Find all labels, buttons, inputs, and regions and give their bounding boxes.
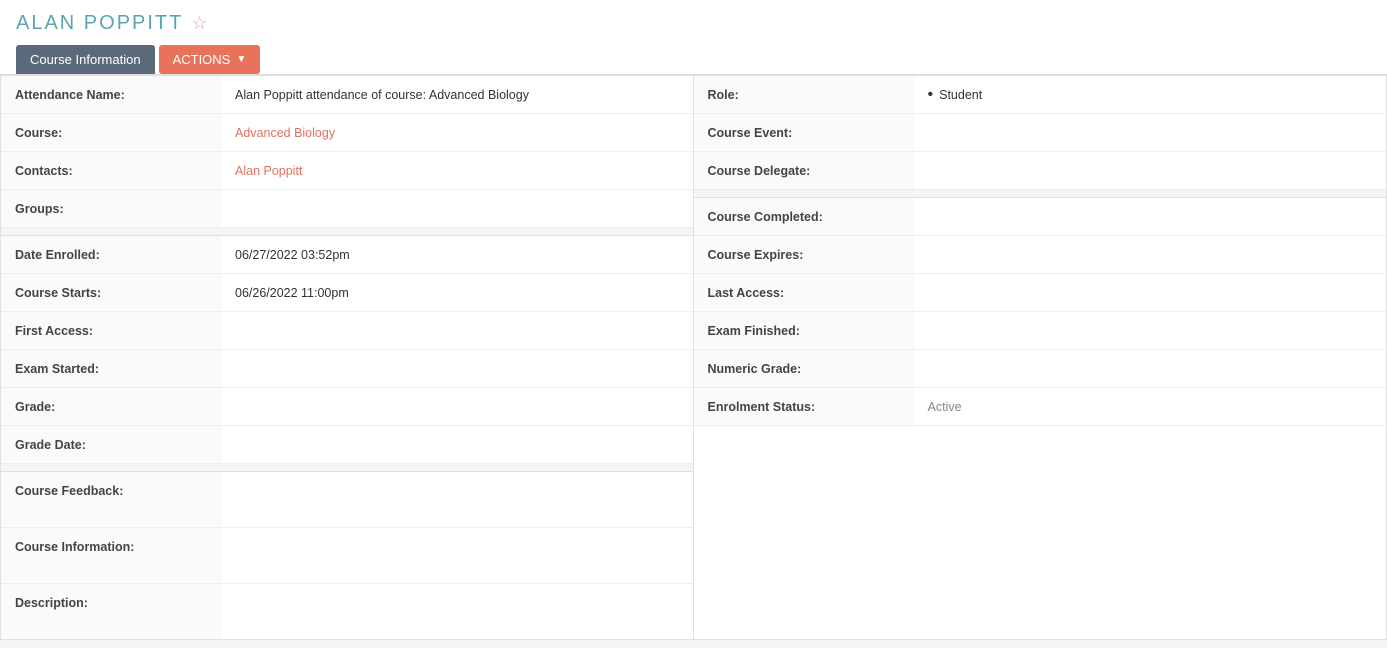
course-delegate-value xyxy=(914,152,1387,189)
course-feedback-label: Course Feedback: xyxy=(1,472,221,527)
course-expires-label: Course Expires: xyxy=(694,236,914,273)
course-completed-label: Course Completed: xyxy=(694,198,914,235)
page-title: ALAN POPPITT xyxy=(16,12,183,35)
course-information-row: Course Information: xyxy=(1,528,693,584)
contacts-row: Contacts: Alan Poppitt xyxy=(1,152,693,190)
right-panel: Role: • Student Course Event: Course Del… xyxy=(694,76,1387,639)
favorite-star-icon[interactable]: ☆ xyxy=(191,13,207,34)
role-bullet: • xyxy=(928,87,934,103)
description-label: Description: xyxy=(1,584,221,639)
course-delegate-label: Course Delegate: xyxy=(694,152,914,189)
actions-arrow-icon: ▼ xyxy=(236,54,246,65)
attendance-name-label: Attendance Name: xyxy=(1,76,221,113)
course-row: Course: Advanced Biology xyxy=(1,114,693,152)
exam-finished-row: Exam Finished: xyxy=(694,312,1387,350)
last-access-label: Last Access: xyxy=(694,274,914,311)
course-event-value xyxy=(914,114,1387,151)
course-information-value xyxy=(221,528,693,583)
actions-label: ACTIONS xyxy=(173,52,231,67)
header-title-area: ALAN POPPITT ☆ xyxy=(16,12,1371,35)
page-header: ALAN POPPITT ☆ Course Information ACTION… xyxy=(0,0,1387,75)
numeric-grade-row: Numeric Grade: xyxy=(694,350,1387,388)
exam-started-label: Exam Started: xyxy=(1,350,221,387)
exam-started-row: Exam Started: xyxy=(1,350,693,388)
attendance-name-row: Attendance Name: Alan Poppitt attendance… xyxy=(1,76,693,114)
grade-label: Grade: xyxy=(1,388,221,425)
exam-finished-value xyxy=(914,312,1387,349)
course-label: Course: xyxy=(1,114,221,151)
enrolment-status-row: Enrolment Status: Active xyxy=(694,388,1387,426)
last-access-row: Last Access: xyxy=(694,274,1387,312)
course-delegate-row: Course Delegate: xyxy=(694,152,1387,190)
course-event-label: Course Event: xyxy=(694,114,914,151)
date-enrolled-value: 06/27/2022 03:52pm xyxy=(221,236,693,273)
course-starts-value: 06/26/2022 11:00pm xyxy=(221,274,693,311)
contacts-label: Contacts: xyxy=(1,152,221,189)
form-grid: Attendance Name: Alan Poppitt attendance… xyxy=(0,75,1387,640)
first-access-label: First Access: xyxy=(1,312,221,349)
contacts-value[interactable]: Alan Poppitt xyxy=(221,152,693,189)
role-label: Role: xyxy=(694,76,914,113)
first-access-value xyxy=(221,312,693,349)
spacer-1 xyxy=(1,228,693,236)
course-completed-value xyxy=(914,198,1387,235)
course-information-label: Course Information: xyxy=(1,528,221,583)
course-value[interactable]: Advanced Biology xyxy=(221,114,693,151)
actions-dropdown-button[interactable]: ACTIONS ▼ xyxy=(159,45,261,74)
date-enrolled-label: Date Enrolled: xyxy=(1,236,221,273)
grade-date-label: Grade Date: xyxy=(1,426,221,463)
exam-started-value xyxy=(221,350,693,387)
role-row: Role: • Student xyxy=(694,76,1387,114)
tab-course-information[interactable]: Course Information xyxy=(16,45,155,74)
groups-row: Groups: xyxy=(1,190,693,228)
role-value: • Student xyxy=(914,76,1387,113)
spacer-right-1 xyxy=(694,190,1387,198)
numeric-grade-label: Numeric Grade: xyxy=(694,350,914,387)
grade-row: Grade: xyxy=(1,388,693,426)
course-event-row: Course Event: xyxy=(694,114,1387,152)
course-starts-label: Course Starts: xyxy=(1,274,221,311)
date-enrolled-row: Date Enrolled: 06/27/2022 03:52pm xyxy=(1,236,693,274)
attendance-name-value: Alan Poppitt attendance of course: Advan… xyxy=(221,76,693,113)
grade-value xyxy=(221,388,693,425)
enrolment-status-label: Enrolment Status: xyxy=(694,388,914,425)
course-completed-row: Course Completed: xyxy=(694,198,1387,236)
course-feedback-value xyxy=(221,472,693,527)
left-panel: Attendance Name: Alan Poppitt attendance… xyxy=(1,76,694,639)
groups-label: Groups: xyxy=(1,190,221,227)
first-access-row: First Access: xyxy=(1,312,693,350)
description-row: Description: xyxy=(1,584,693,639)
last-access-value xyxy=(914,274,1387,311)
course-expires-value xyxy=(914,236,1387,273)
course-feedback-row: Course Feedback: xyxy=(1,472,693,528)
description-value xyxy=(221,584,693,639)
course-starts-row: Course Starts: 06/26/2022 11:00pm xyxy=(1,274,693,312)
numeric-grade-value xyxy=(914,350,1387,387)
tabs-bar: Course Information ACTIONS ▼ xyxy=(16,45,1371,74)
main-content: Attendance Name: Alan Poppitt attendance… xyxy=(0,75,1387,640)
grade-date-row: Grade Date: xyxy=(1,426,693,464)
enrolment-status-value: Active xyxy=(914,388,1387,425)
grade-date-value xyxy=(221,426,693,463)
groups-value xyxy=(221,190,693,227)
spacer-2 xyxy=(1,464,693,472)
exam-finished-label: Exam Finished: xyxy=(694,312,914,349)
role-text: Student xyxy=(939,88,982,102)
course-expires-row: Course Expires: xyxy=(694,236,1387,274)
